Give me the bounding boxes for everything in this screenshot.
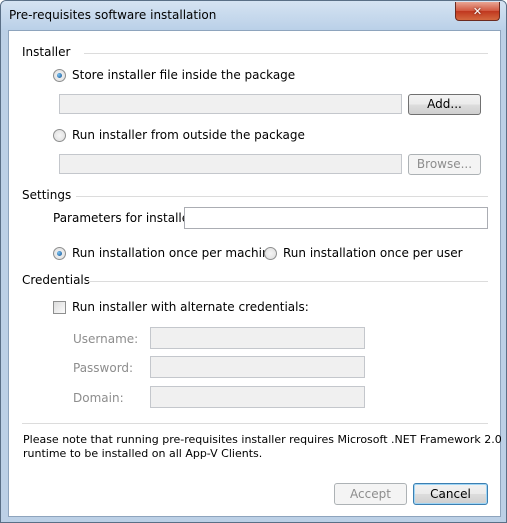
close-button[interactable]: ✕: [455, 2, 500, 21]
note-separator: [22, 423, 488, 424]
run-outside-radio[interactable]: [53, 129, 66, 142]
alternate-credentials-checkbox[interactable]: [53, 301, 66, 314]
title-bar[interactable]: Pre-requisites software installation ✕: [1, 1, 506, 30]
outside-path-field[interactable]: [59, 154, 402, 174]
parameters-input[interactable]: [184, 207, 488, 229]
settings-group-title: Settings: [22, 188, 72, 202]
domain-label: Domain:: [73, 391, 124, 405]
note-line-2: runtime to be installed on all App-V Cli…: [23, 447, 263, 460]
installer-group-title: Installer: [22, 45, 71, 59]
password-label: Password:: [73, 361, 134, 375]
settings-separator: [76, 196, 488, 197]
add-button[interactable]: Add...: [408, 94, 481, 115]
installer-separator: [84, 53, 488, 54]
dialog-window: Pre-requisites software installation ✕ I…: [0, 0, 507, 523]
browse-button[interactable]: Browse...: [408, 154, 481, 175]
accept-button[interactable]: Accept: [334, 483, 407, 505]
store-inside-label[interactable]: Store installer file inside the package: [72, 68, 295, 82]
dialog-title: Pre-requisites software installation: [9, 8, 217, 22]
username-label: Username:: [73, 332, 139, 346]
credentials-separator: [88, 281, 488, 282]
per-machine-radio[interactable]: [53, 247, 66, 260]
alternate-credentials-label[interactable]: Run installer with alternate credentials…: [72, 300, 309, 314]
note-line-1: Please note that running pre-requisites …: [23, 433, 502, 446]
close-icon: ✕: [472, 4, 483, 18]
run-outside-label[interactable]: Run installer from outside the package: [72, 128, 305, 142]
inside-path-field[interactable]: [59, 94, 402, 114]
domain-field[interactable]: [150, 386, 365, 408]
dialog-body: Installer Store installer file inside th…: [8, 30, 502, 517]
per-user-radio[interactable]: [264, 247, 277, 260]
per-user-label[interactable]: Run installation once per user: [283, 246, 463, 260]
parameters-label: Parameters for installer:: [53, 211, 198, 225]
password-field[interactable]: [150, 356, 365, 378]
credentials-group-title: Credentials: [22, 273, 91, 287]
per-machine-label[interactable]: Run installation once per machine: [72, 246, 277, 260]
cancel-button[interactable]: Cancel: [413, 483, 488, 505]
store-inside-radio[interactable]: [53, 69, 66, 82]
username-field[interactable]: [150, 327, 365, 349]
